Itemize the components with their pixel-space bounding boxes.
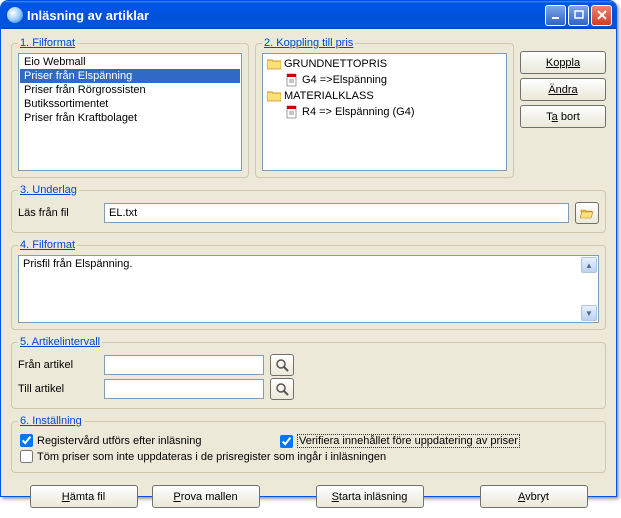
scroll-up-button[interactable]: ▲ — [581, 257, 597, 273]
client-area: 1. Filformat Eio WebmallPriser från Elsp… — [1, 29, 616, 518]
tree-item-label: GRUNDNETTOPRIS — [284, 58, 387, 70]
group-installning: 6. Inställning Registervård utförs efter… — [11, 415, 606, 473]
close-button[interactable] — [591, 5, 612, 26]
titlebar[interactable]: Inläsning av artiklar — [1, 1, 616, 29]
group-koppling: 2. Koppling till pris GRUNDNETTOPRIS G4 =… — [255, 37, 514, 178]
avbryt-button[interactable]: Avbryt — [480, 485, 588, 508]
folder-open-icon — [580, 206, 594, 220]
prova-mallen-button[interactable]: Prova mallen — [152, 485, 260, 508]
price-tree[interactable]: GRUNDNETTOPRIS G4 =>Elspänning MATERIALKLA… — [262, 53, 507, 171]
registervard-checkbox[interactable] — [20, 434, 33, 447]
to-article-input[interactable] — [104, 379, 264, 399]
file-format-text: Prisfil från Elspänning. — [23, 258, 132, 270]
list-item[interactable]: Priser från Elspänning — [20, 69, 240, 83]
verifiera-checkbox[interactable] — [280, 435, 293, 448]
list-item[interactable]: Priser från Rörgrossisten — [20, 83, 240, 97]
app-icon — [7, 7, 23, 23]
dialog-window: Inläsning av artiklar 1. Filformat Eio W… — [0, 0, 617, 497]
verifiera-label[interactable]: Verifiera innehållet före uppdatering av… — [297, 434, 520, 448]
list-item[interactable]: Eio Webmall — [20, 55, 240, 69]
file-path-input[interactable] — [104, 203, 569, 223]
tabort-button[interactable]: Ta bort — [520, 105, 606, 128]
minimize-button[interactable] — [545, 5, 566, 26]
andra-button[interactable]: Ändra — [520, 78, 606, 101]
folder-icon — [267, 58, 281, 70]
scroll-down-button[interactable]: ▼ — [581, 305, 597, 321]
tree-item[interactable]: MATERIALKLASS — [265, 88, 504, 104]
to-article-lookup-button[interactable] — [270, 378, 294, 400]
legend-koppling: 2. Koppling till pris — [262, 37, 355, 49]
magnifier-icon — [275, 382, 289, 396]
bottom-button-row: Hämta fil Prova mallen Starta inläsning … — [11, 479, 606, 510]
file-format-listbox[interactable]: Eio WebmallPriser från ElspänningPriser … — [18, 53, 242, 171]
group-filformat-list: 1. Filformat Eio WebmallPriser från Elsp… — [11, 37, 249, 178]
tree-item[interactable]: R4 => Elspänning (G4) — [265, 104, 504, 120]
from-article-label: Från artikel — [18, 359, 98, 371]
koppla-button[interactable]: Koppla — [520, 51, 606, 74]
window-title: Inläsning av artiklar — [27, 8, 545, 23]
group-filformat-preview: 4. Filformat Prisfil från Elspänning. ▲ … — [11, 239, 606, 330]
legend-filformat1: 1. Filformat — [18, 37, 77, 49]
document-icon — [285, 105, 299, 119]
legend-inst: 6. Inställning — [18, 415, 84, 427]
legend-filformat2: 4. Filformat — [18, 239, 77, 251]
list-item[interactable]: Butikssortimentet — [20, 97, 240, 111]
list-item[interactable]: Priser från Kraftbolaget — [20, 111, 240, 125]
document-icon — [285, 73, 299, 87]
registervard-label[interactable]: Registervård utförs efter inläsning — [37, 435, 201, 447]
file-format-textarea[interactable]: Prisfil från Elspänning. ▲ ▼ — [18, 255, 599, 323]
maximize-button[interactable] — [568, 5, 589, 26]
legend-artikel: 5. Artikelintervall — [18, 336, 102, 348]
tompriser-label[interactable]: Töm priser som inte uppdateras i de pris… — [37, 451, 386, 463]
hamta-fil-button[interactable]: Hämta fil — [30, 485, 138, 508]
from-article-input[interactable] — [104, 355, 264, 375]
magnifier-icon — [275, 358, 289, 372]
from-article-lookup-button[interactable] — [270, 354, 294, 376]
side-button-column: Koppla Ändra Ta bort — [520, 37, 606, 184]
to-article-label: Till artikel — [18, 383, 98, 395]
tree-item-label: MATERIALKLASS — [284, 90, 374, 102]
tree-item-label: G4 =>Elspänning — [302, 74, 387, 86]
group-underlag: 3. Underlag Läs från fil — [11, 184, 606, 233]
starta-inlasning-button[interactable]: Starta inläsning — [316, 485, 424, 508]
folder-icon — [267, 90, 281, 102]
tree-item[interactable]: GRUNDNETTOPRIS — [265, 56, 504, 72]
tree-item[interactable]: G4 =>Elspänning — [265, 72, 504, 88]
legend-underlag: 3. Underlag — [18, 184, 79, 196]
browse-file-button[interactable] — [575, 202, 599, 224]
tree-item-label: R4 => Elspänning (G4) — [302, 106, 415, 118]
group-artikelintervall: 5. Artikelintervall Från artikel Till ar… — [11, 336, 606, 409]
read-from-file-label: Läs från fil — [18, 207, 98, 219]
tompriser-checkbox[interactable] — [20, 450, 33, 463]
